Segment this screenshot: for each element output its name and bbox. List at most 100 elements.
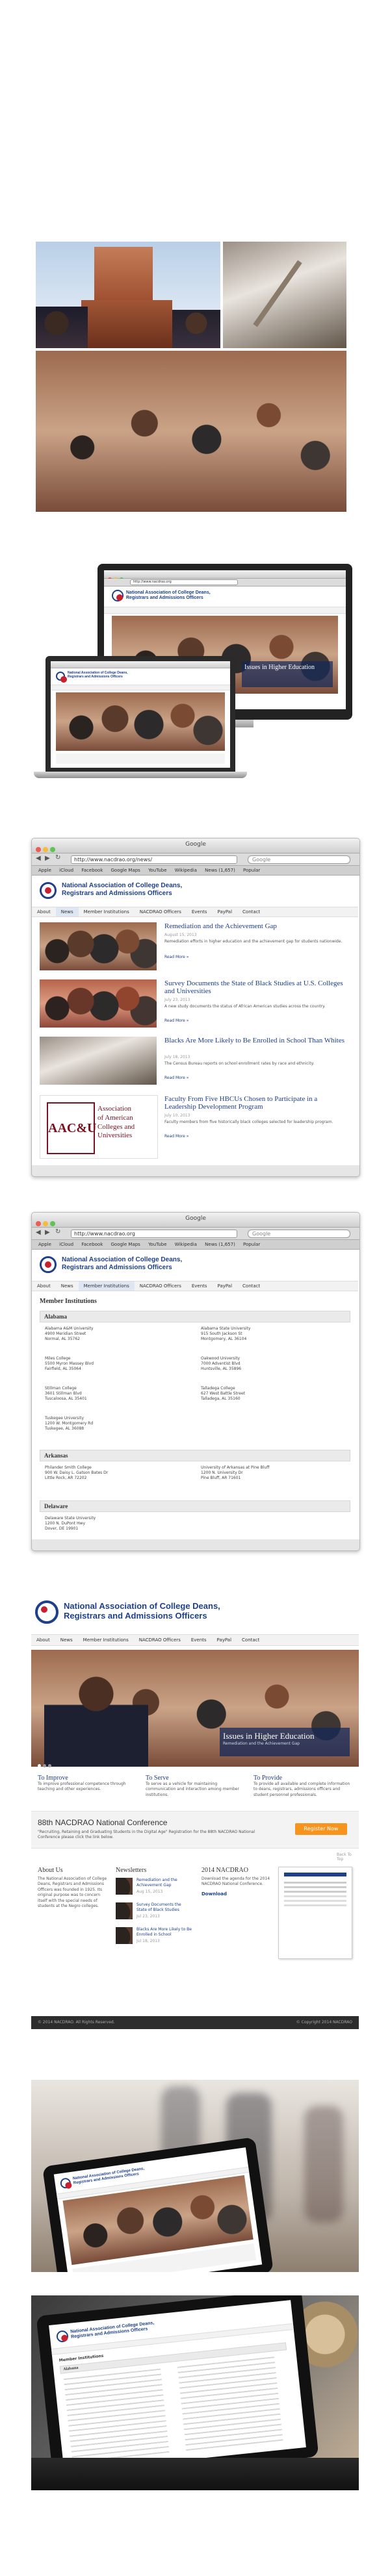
post-thumbnail[interactable] — [40, 979, 157, 1028]
back-to-top-link[interactable]: Back To Top — [337, 1852, 359, 1862]
bookmark[interactable]: Facebook — [81, 868, 103, 873]
slider-dots[interactable] — [38, 1758, 51, 1770]
laptop-site-title: National Association of College Deans, Re… — [68, 671, 128, 679]
site-footer: © 2014 NACDRAO. All Rights Reserved. © C… — [31, 2016, 359, 2029]
slide-title: Issues in Higher Education — [223, 1731, 315, 1741]
bookmark[interactable]: iCloud — [59, 1242, 73, 1247]
post-excerpt: Faculty members from five historically b… — [164, 1120, 333, 1124]
aacu-logo[interactable]: AAC&U Association of American Colleges a… — [40, 1095, 158, 1159]
post-meta: July 18, 2013 — [164, 1055, 190, 1059]
post-meta: August 15, 2013 — [164, 933, 197, 937]
bookmark[interactable]: Popular — [243, 868, 260, 873]
post-title[interactable]: Remediation and the Achievement Gap — [164, 922, 346, 930]
bookmark[interactable]: YouTube — [148, 868, 166, 873]
nav-about[interactable]: About — [32, 1282, 56, 1291]
bookmark[interactable]: Google Maps — [111, 868, 140, 873]
tablet-device: National Association of College Deans, Re… — [42, 2137, 274, 2272]
search-field[interactable]: Google — [248, 855, 350, 864]
download-link[interactable]: Download — [202, 1891, 273, 1897]
bookmark[interactable]: Wikipedia — [175, 1242, 197, 1247]
bookmark[interactable]: News (1,657) — [205, 868, 235, 873]
forward-arrow-icon[interactable]: ▶ — [45, 855, 50, 862]
state-header-arkansas: Arkansas — [40, 1450, 350, 1461]
newsletter-title[interactable]: Remediation and the Achievement Gap — [136, 1878, 192, 1888]
bookmark[interactable]: News (1,657) — [205, 1242, 235, 1247]
reload-icon[interactable]: ↻ — [55, 1228, 60, 1235]
institution-entry: Oakwood University 7000 Adventist Blvd H… — [201, 1356, 242, 1372]
nav-news[interactable]: News — [56, 1282, 79, 1291]
post-meta: July 10, 2013 — [164, 1113, 190, 1118]
nav-paypal[interactable]: PayPal — [213, 907, 237, 916]
hero-slider[interactable]: Issues in Higher Education Remediation a… — [31, 1650, 359, 1767]
column-text: To serve as a vehicle for maintaining co… — [146, 1782, 239, 1797]
newsletter-item[interactable]: Blacks Are More Likely to Be Enrolled in… — [116, 1927, 194, 1952]
bookmark[interactable]: Apple — [38, 1242, 51, 1247]
aacu-mark: AAC&U — [47, 1102, 96, 1154]
bookmark[interactable]: Wikipedia — [175, 868, 197, 873]
nav-about[interactable]: About — [32, 907, 56, 916]
bookmark[interactable]: YouTube — [148, 1242, 166, 1247]
newsletter-item[interactable]: Remediation and the Achievement Gap Aug … — [116, 1878, 194, 1902]
site-title: National Association of College Deans, Re… — [64, 1601, 220, 1621]
read-more-link[interactable]: Read More » — [164, 1134, 188, 1139]
nav-about[interactable]: About — [31, 1635, 55, 1645]
post-title[interactable]: Survey Documents the State of Black Stud… — [164, 979, 346, 995]
site-logo[interactable] — [35, 1600, 58, 1624]
site-logo[interactable] — [40, 882, 57, 899]
nav-officers[interactable]: NACDRAO Officers — [135, 907, 187, 916]
address-bar[interactable]: http://www.nacdrao.org/news/ — [71, 855, 237, 864]
nav-members[interactable]: Member Institutions — [78, 1635, 134, 1645]
nav-contact[interactable]: Contact — [237, 1635, 265, 1645]
nav-members[interactable]: Member Institutions — [78, 1282, 135, 1291]
bookmark[interactable]: Popular — [243, 1242, 260, 1247]
nav-paypal[interactable]: PayPal — [213, 1282, 237, 1291]
nav-events[interactable]: Events — [187, 907, 213, 916]
nav-contact[interactable]: Contact — [237, 1282, 265, 1291]
column-title: To Serve — [146, 1774, 169, 1782]
newsletter-title[interactable]: Survey Documents the State of Black Stud… — [136, 1902, 192, 1913]
bookmark[interactable]: iCloud — [59, 868, 73, 873]
tablet-lifestyle-photo: National Association of College Deans, Re… — [31, 2080, 359, 2272]
bookmark[interactable]: Facebook — [81, 1242, 103, 1247]
address-bar[interactable]: http://www.nacdrao.org — [71, 1230, 237, 1238]
nav-news[interactable]: News — [55, 1635, 78, 1645]
newsletter-date: Jul 18, 2013 — [136, 1939, 160, 1943]
read-more-link[interactable]: Read More » — [164, 955, 188, 959]
search-field[interactable]: Google — [248, 1230, 350, 1238]
laptop-screen: National Association of College Deans, Re… — [51, 661, 230, 768]
bookmark[interactable]: Apple — [38, 868, 51, 873]
classroom-photo — [36, 351, 346, 512]
footer-heading: 2014 NACDRAO — [202, 1867, 248, 1874]
site-logo[interactable] — [40, 1256, 57, 1273]
register-button[interactable]: Register Now — [295, 1823, 347, 1835]
newsletter-item[interactable]: Survey Documents the State of Black Stud… — [116, 1902, 194, 1927]
nav-members[interactable]: Member Institutions — [79, 907, 135, 916]
read-more-link[interactable]: Read More » — [164, 1076, 188, 1080]
aacu-text: of American — [98, 1113, 133, 1122]
forward-arrow-icon[interactable]: ▶ — [45, 1229, 50, 1236]
news-post: Remediation and the Achievement Gap Augu… — [40, 922, 350, 974]
nav-contact[interactable]: Contact — [237, 907, 265, 916]
nav-officers[interactable]: NACDRAO Officers — [134, 1635, 186, 1645]
back-arrow-icon[interactable]: ◀ — [36, 1229, 41, 1236]
read-more-link[interactable]: Read More » — [164, 1018, 188, 1023]
post-thumbnail[interactable] — [40, 922, 157, 970]
post-title[interactable]: Blacks Are More Likely to Be Enrolled in… — [164, 1037, 346, 1044]
nav-paypal[interactable]: PayPal — [212, 1635, 237, 1645]
nav-officers[interactable]: NACDRAO Officers — [135, 1282, 187, 1291]
post-excerpt: A new study documents the status of Afri… — [164, 1004, 326, 1009]
newsletter-title[interactable]: Blacks Are More Likely to Be Enrolled in… — [136, 1927, 192, 1938]
institution-entry: Philander Smith College 900 W. Daisy L. … — [45, 1465, 109, 1481]
reload-icon[interactable]: ↻ — [55, 854, 60, 861]
aacu-text: Universities — [98, 1131, 133, 1140]
nav-events[interactable]: Events — [186, 1635, 212, 1645]
nav-news[interactable]: News — [55, 907, 79, 916]
nav-events[interactable]: Events — [187, 1282, 213, 1291]
news-post: AAC&U Association of American Colleges a… — [40, 1095, 350, 1160]
post-thumbnail[interactable] — [40, 1037, 157, 1085]
back-arrow-icon[interactable]: ◀ — [36, 855, 41, 862]
agenda-document-thumbnail[interactable] — [278, 1867, 352, 1959]
bookmark[interactable]: Google Maps — [111, 1242, 140, 1247]
institution-entry: University of Arkansas at Pine Bluff 120… — [201, 1465, 270, 1481]
post-title[interactable]: Faculty From Five HBCUs Chosen to Partic… — [164, 1095, 346, 1111]
